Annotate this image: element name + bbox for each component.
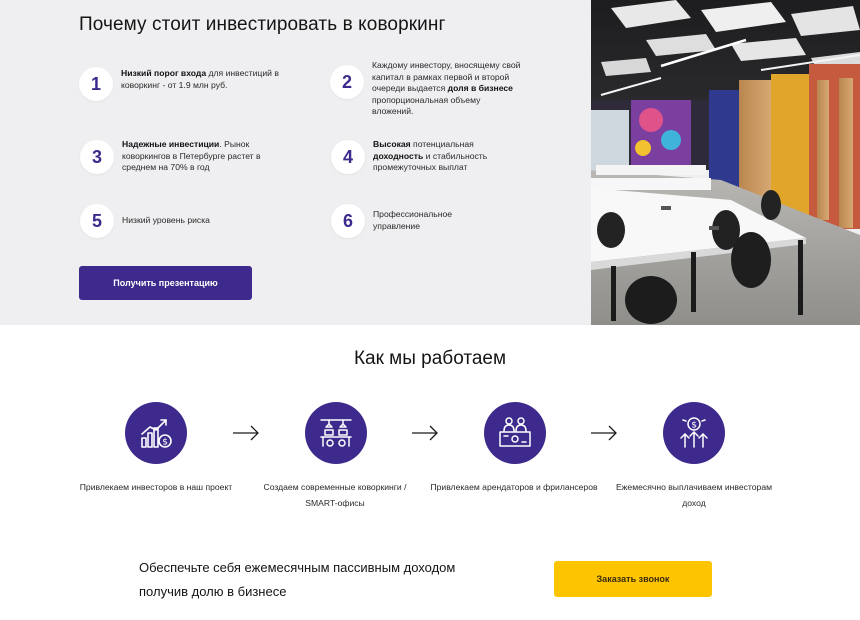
benefit-text: Низкий порог входа для инвестиций в ково… — [121, 68, 279, 90]
coworking-photo — [591, 0, 860, 325]
benefit-text: Надежные инвестиции. Рынок коворкингов в… — [122, 139, 261, 172]
benefit-number: 2 — [330, 65, 364, 99]
svg-text:$: $ — [691, 421, 697, 431]
benefit-number: 3 — [80, 140, 114, 174]
benefit-text: Профессиональное управление — [373, 209, 453, 231]
benefit-3: 3 Надежные инвестиции. Рынок коворкингов… — [80, 139, 310, 174]
benefit-6: 6 Профессиональное управление — [331, 204, 561, 238]
request-call-button[interactable]: Заказать звонок — [554, 561, 712, 597]
benefit-text: Высокая потенциальная доходность и стаби… — [373, 139, 488, 172]
coworking-desk-icon — [305, 402, 367, 464]
arrow-right-icon — [411, 425, 439, 441]
benefit-text: Низкий уровень риска — [122, 215, 210, 225]
benefit-1: 1 Низкий порог входа для инвестиций в ко… — [79, 67, 309, 101]
benefit-4: 4 Высокая потенциальная доходность и ста… — [331, 139, 561, 174]
step-label: Ежемесячно выплачиваем инвесторам доход — [615, 482, 773, 508]
svg-text:$: $ — [162, 438, 168, 448]
step-label: Создаем современные коворкинги / SMART-о… — [263, 482, 407, 508]
invest-heading: Почему стоит инвестировать в коворкинг — [79, 14, 446, 35]
benefit-number: 6 — [331, 204, 365, 238]
arrow-right-icon — [590, 425, 618, 441]
benefit-number: 1 — [79, 67, 113, 101]
tenants-icon — [484, 402, 546, 464]
arrow-right-icon — [232, 425, 260, 441]
invest-section: Почему стоит инвестировать в коворкинг 1… — [0, 0, 860, 325]
step-label: Привлекаем арендаторов и фрилансеров — [430, 482, 598, 492]
how-we-work-heading: Как мы работаем — [353, 348, 507, 369]
benefit-5: 5 Низкий уровень риска — [80, 204, 310, 238]
benefit-2: 2 Каждому инвестору, вносящему свой капи… — [330, 60, 560, 116]
income-icon: $ — [663, 402, 725, 464]
passive-income-text: Обеспечьте себя ежемесячным пассивным до… — [139, 560, 456, 599]
benefit-number: 4 — [331, 140, 365, 174]
step-label: Привлекаем инвесторов в наш проект — [79, 482, 233, 492]
benefit-text: Каждому инвестору, вносящему свой капита… — [372, 60, 521, 116]
benefit-number: 5 — [80, 204, 114, 238]
get-presentation-button[interactable]: Получить презентацию — [79, 266, 252, 300]
growth-chart-icon: $ — [125, 402, 187, 464]
